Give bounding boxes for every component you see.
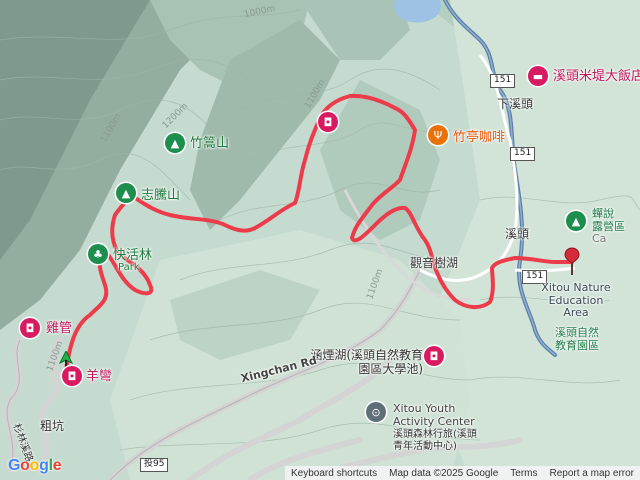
park-icon[interactable]: ♣ xyxy=(88,244,108,264)
peak-label-kuaihuolin[interactable]: 快活林 xyxy=(113,249,152,262)
map-data-attribution: Map data ©2025 Google xyxy=(389,467,499,479)
map-canvas[interactable]: 151 151 151 投95 1000m 1100m 1200m 1100m … xyxy=(0,0,640,480)
route-shield: 投95 xyxy=(140,458,169,472)
camera-icon[interactable]: ◘ xyxy=(62,366,82,386)
area-label-xitou-nature-zh: 溪頭自然教育園區 xyxy=(555,326,599,352)
peak-label-zhitengshan[interactable]: 志騰山 xyxy=(141,189,180,202)
town-label-xiaxitou: 下溪頭 xyxy=(497,97,534,111)
end-marker-icon[interactable] xyxy=(563,247,581,277)
place-label-zhuting-cafe[interactable]: 竹亭咖啡 xyxy=(453,131,505,144)
route-shield: 151 xyxy=(510,147,536,161)
map-footer: Keyboard shortcuts Map data ©2025 Google… xyxy=(284,466,640,480)
town-label-xitou: 溪頭 xyxy=(505,227,530,241)
landmark-icon[interactable]: ⊙ xyxy=(366,402,386,422)
hotel-icon[interactable]: ▬ xyxy=(528,66,548,86)
camera-icon[interactable]: ◘ xyxy=(318,112,338,132)
route-shield: 151 xyxy=(490,74,516,88)
campsite-icon[interactable]: ▲ xyxy=(566,211,586,231)
google-logo: Google xyxy=(8,457,62,474)
terms-link[interactable]: Terms xyxy=(504,468,543,479)
area-label-xitou-nature-en[interactable]: Xitou Nature Education Area xyxy=(536,281,616,320)
place-label-jiguan[interactable]: 雞管 xyxy=(46,322,72,335)
place-label-yangwan[interactable]: 羊彎 xyxy=(86,370,112,383)
camera-icon[interactable]: ◘ xyxy=(424,346,444,366)
park-sublabel: Park xyxy=(118,262,140,273)
peak-label-zhugaoshan[interactable]: 竹篙山 xyxy=(190,137,229,150)
report-error-link[interactable]: Report a map error xyxy=(544,468,640,479)
town-label-cukeng: 粗坑 xyxy=(40,419,65,433)
town-label-guanyinshuhu: 觀音樹湖 xyxy=(410,256,459,270)
area-label-youth-center-zh: 溪頭森林行旅(溪頭青年活動中心) xyxy=(393,429,477,452)
peak-icon[interactable]: ▲ xyxy=(116,183,136,203)
place-label-hotel[interactable]: 溪頭米堤大飯店 xyxy=(553,70,640,83)
keyboard-shortcuts-link[interactable]: Keyboard shortcuts xyxy=(285,468,383,479)
restaurant-icon[interactable]: Ψ xyxy=(428,125,448,145)
camera-icon[interactable]: ◘ xyxy=(20,318,40,338)
area-label-hanyanhu[interactable]: 涵煙湖(溪頭自然教育園區大學池) xyxy=(305,348,423,377)
peak-icon[interactable]: ▲ xyxy=(165,133,185,153)
area-label-youth-center-en[interactable]: Xitou Youth Activity Center xyxy=(393,402,483,428)
place-label-camp[interactable]: 蟬說 露營區 Ca xyxy=(592,207,625,246)
